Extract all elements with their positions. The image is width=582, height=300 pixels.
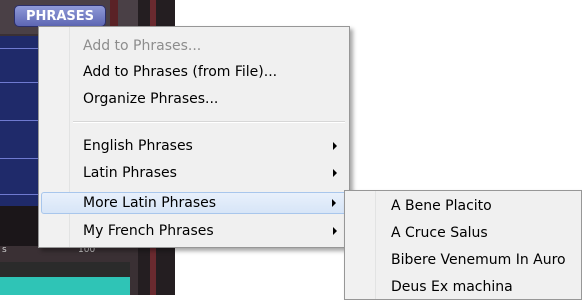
menu-item-label: Add to Phrases... [83,38,202,54]
submenu-item-label: Bibere Venemum In Auro [391,252,566,268]
submenu-item-label: Deus Ex machina [391,279,513,295]
submenu-arrow-icon [333,142,337,150]
waveform-panel [0,36,38,206]
submenu-item-bibere-venemum[interactable]: Bibere Venemum In Auro [347,249,579,271]
menu-item-english-phrases[interactable]: English Phrases [41,135,347,157]
menu-item-organize-phrases[interactable]: Organize Phrases... [41,88,347,110]
timeline-region[interactable] [0,277,130,295]
phrases-context-menu: Add to Phrases... Add to Phrases (from F… [38,26,350,248]
menu-item-label: Organize Phrases... [83,91,219,107]
menu-item-label: English Phrases [83,138,193,154]
menu-item-label: More Latin Phrases [83,195,217,211]
ruler-label: s [2,245,7,255]
menu-item-label: My French Phrases [83,223,214,239]
submenu-arrow-icon [333,169,337,177]
menu-item-label: Latin Phrases [83,165,177,181]
submenu-item-label: A Cruce Salus [391,225,488,241]
submenu-arrow-icon [332,199,336,207]
menu-item-label: Add to Phrases (from File)... [83,64,278,80]
menu-item-more-latin-phrases[interactable]: More Latin Phrases [41,192,347,214]
phrases-button[interactable]: PHRASES [14,5,106,27]
menu-item-latin-phrases[interactable]: Latin Phrases [41,162,347,184]
menu-separator [73,121,345,123]
submenu-arrow-icon [333,227,337,235]
more-latin-phrases-submenu: A Bene Placito A Cruce Salus Bibere Vene… [344,190,582,300]
panel-gap [0,206,38,246]
menu-item-add-from-file[interactable]: Add to Phrases (from File)... [41,61,347,83]
menu-item-my-french-phrases[interactable]: My French Phrases [41,220,347,242]
submenu-item-a-bene-placito[interactable]: A Bene Placito [347,195,579,217]
menu-item-add-to-phrases[interactable]: Add to Phrases... [41,35,347,57]
submenu-item-label: A Bene Placito [391,198,492,214]
submenu-item-a-cruce-salus[interactable]: A Cruce Salus [347,222,579,244]
